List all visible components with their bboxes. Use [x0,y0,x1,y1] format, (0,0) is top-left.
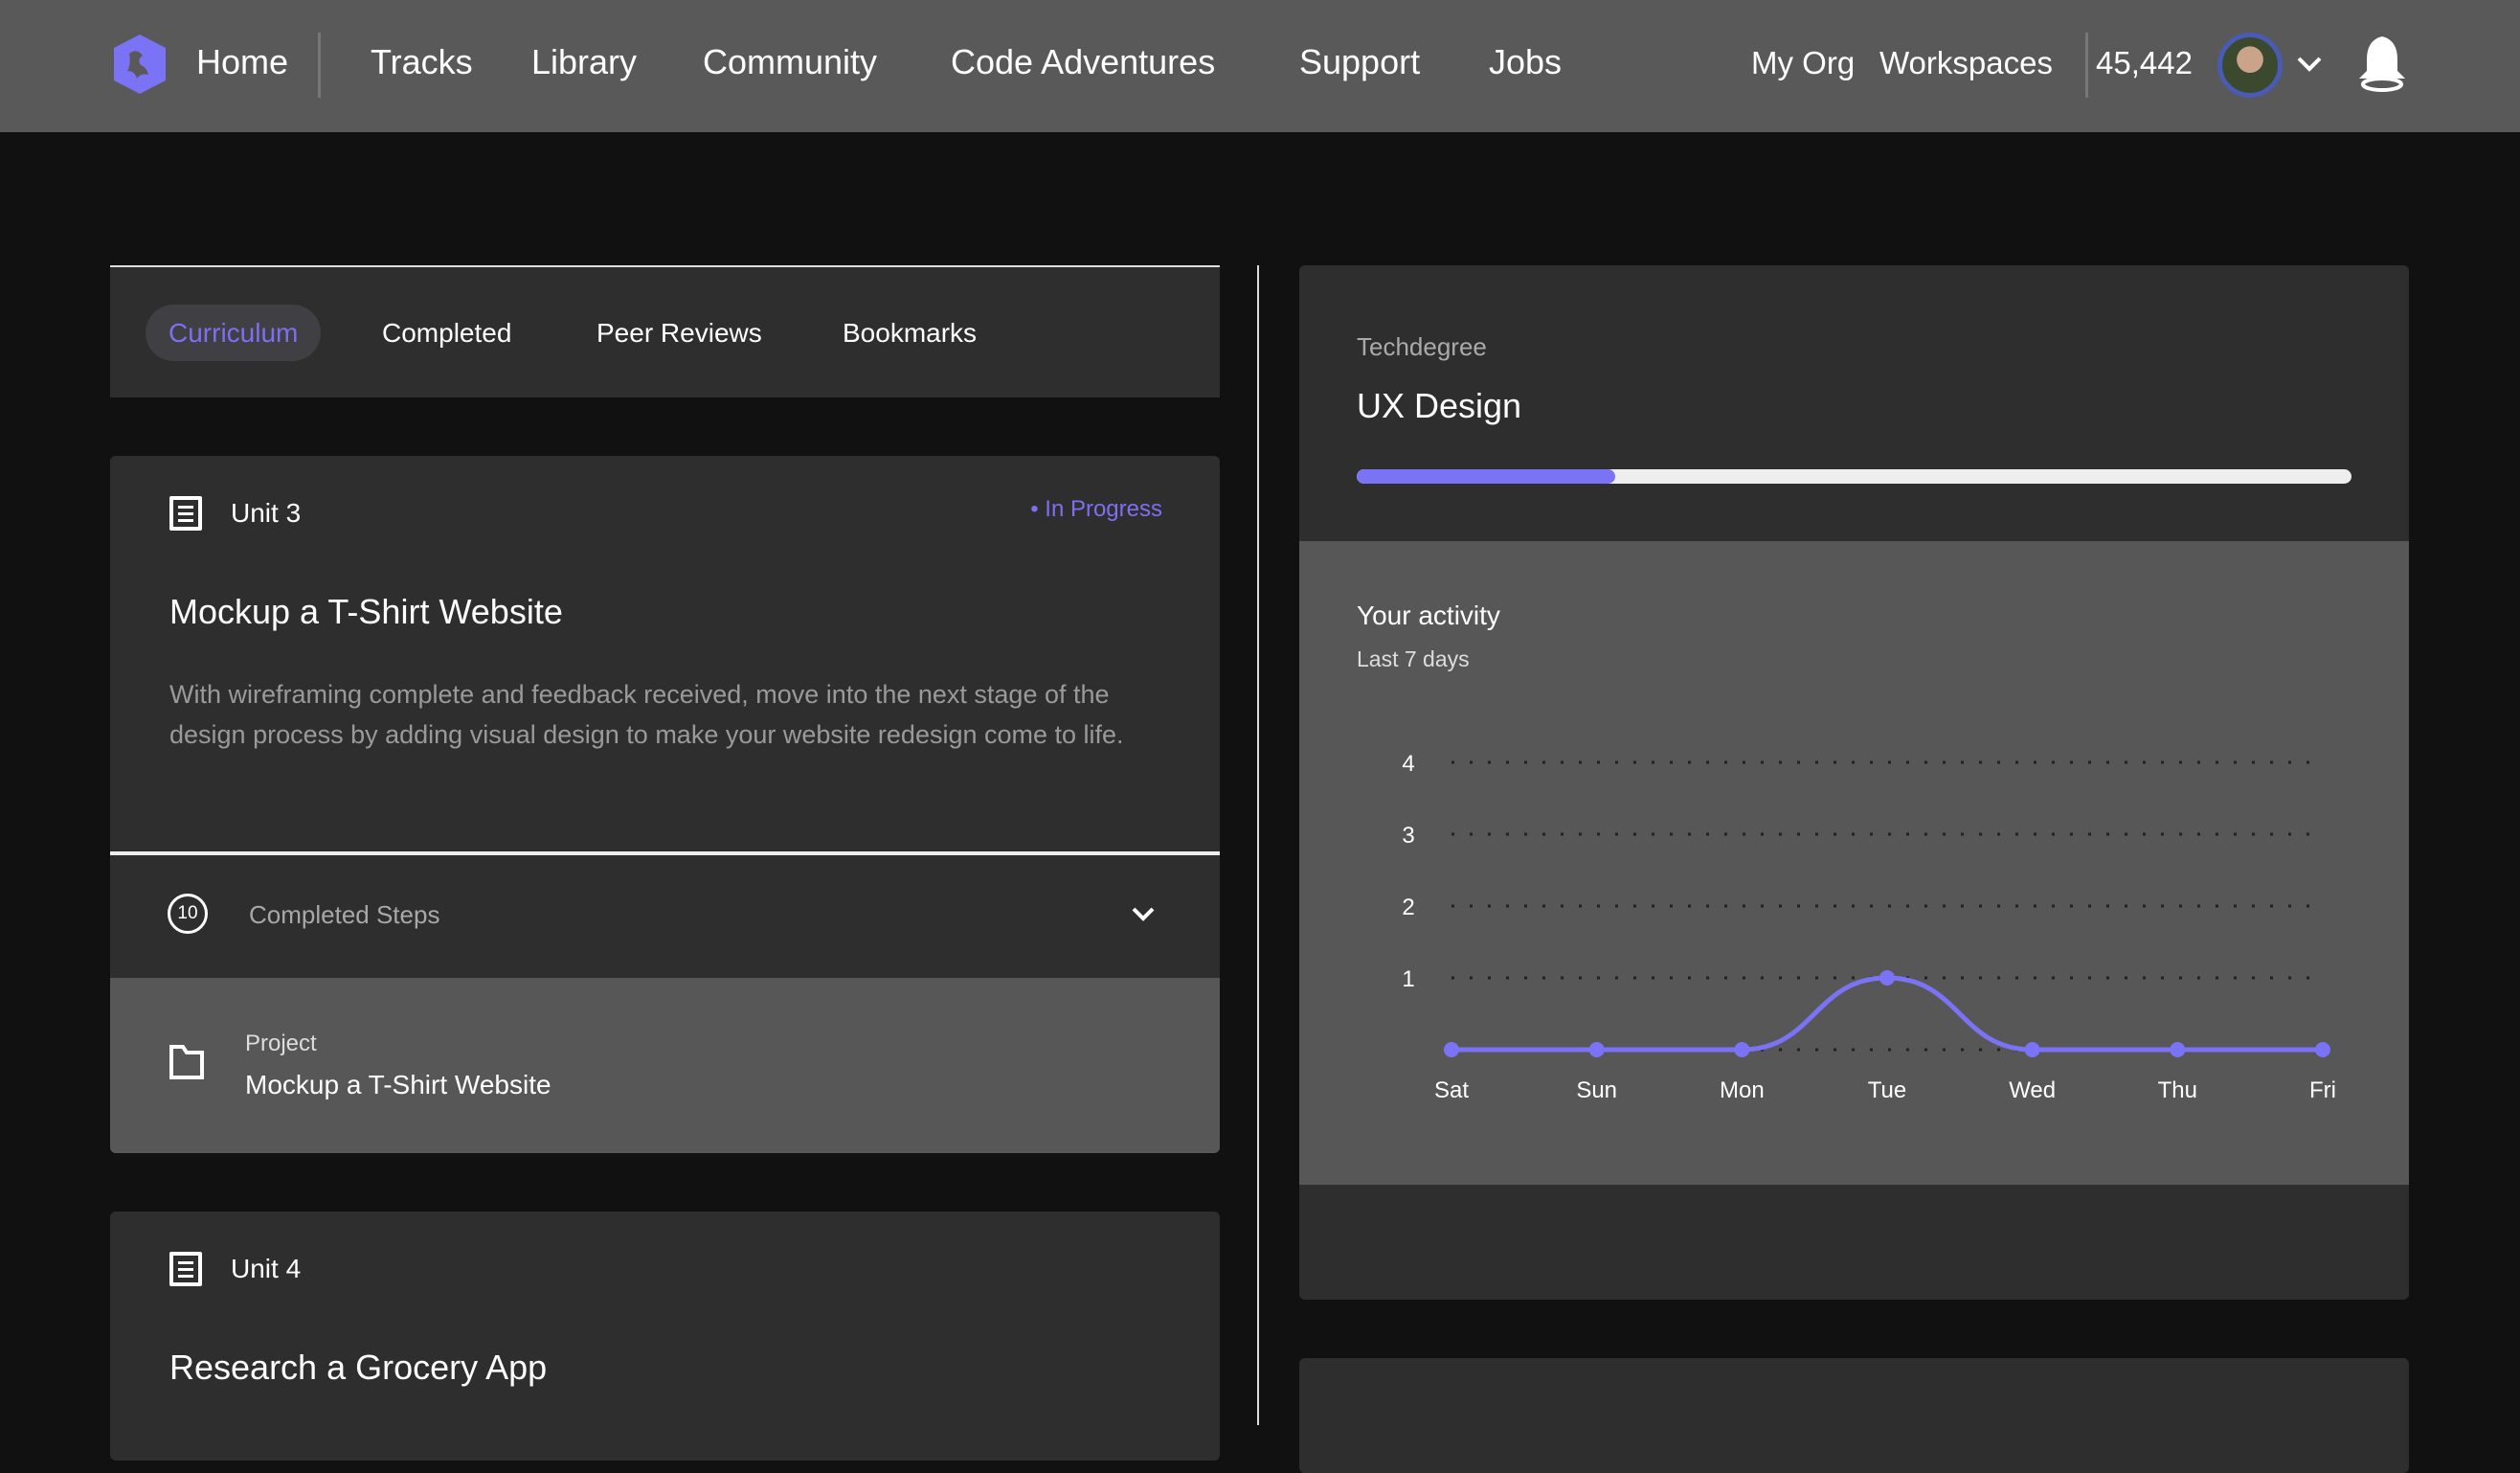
nav-community[interactable]: Community [703,42,877,82]
column-divider [1257,265,1259,1425]
tab-completed[interactable]: Completed [359,305,534,361]
unit-label: Unit 3 [231,498,302,528]
points-count: 45,442 [2096,45,2193,80]
y-tick-label: 4 [1402,751,1414,777]
data-point[interactable] [2024,1042,2040,1057]
completed-steps-toggle[interactable]: 10 Completed Steps [110,855,1220,978]
data-point[interactable] [1734,1042,1750,1057]
x-tick-label: Fri [2309,1077,2336,1103]
status-badge: • In Progress [1030,496,1162,522]
x-tick-label: Mon [1720,1077,1765,1103]
nav-tracks[interactable]: Tracks [371,42,473,82]
chevron-down-icon [1132,907,1155,921]
project-title: Mockup a T-Shirt Website [245,1070,551,1099]
document-icon [169,496,202,531]
activity-line [1451,975,2323,1053]
nav-code-adventures[interactable]: Code Adventures [951,42,1215,82]
data-point[interactable] [1588,1042,1605,1057]
y-tick-label: 1 [1402,966,1414,992]
nav-library[interactable]: Library [531,42,637,82]
data-point[interactable] [1444,1042,1459,1057]
x-tick-label: Sat [1434,1077,1469,1103]
nav-home[interactable]: Home [196,42,288,82]
x-tick-label: Thu [2158,1077,2197,1103]
logo-icon[interactable] [110,33,169,96]
techdegree-card: Techdegree UX Design Your activity Last … [1299,265,2409,1300]
y-tick-label: 2 [1402,895,1414,920]
nav-support[interactable]: Support [1299,42,1420,82]
steps-label: Completed Steps [249,900,440,929]
unit-4-card: Unit 4 Research a Grocery App [110,1212,1220,1461]
unit-3-card: Unit 3 • In Progress Mockup a T-Shirt We… [110,456,1220,1153]
unit-title[interactable]: Mockup a T-Shirt Website [169,592,563,632]
unit-description: With wireframing complete and feedback r… [169,680,1124,749]
activity-chart: 1 2 3 4 Sat Sun Mon Tue Wed Thu Fri [1402,751,2336,1103]
lower-card [1299,1358,2409,1473]
nav-divider [318,33,321,98]
bell-icon[interactable] [2357,34,2407,92]
tab-peer-reviews[interactable]: Peer Reviews [574,305,785,361]
nav-jobs[interactable]: Jobs [1489,42,1562,82]
x-tick-label: Tue [1868,1077,1906,1103]
nav-divider [2085,33,2088,98]
techdegree-title[interactable]: UX Design [1357,386,1521,426]
y-tick-label: 3 [1402,823,1414,849]
steps-count-badge: 10 [168,894,208,934]
project-type: Project [245,1031,317,1056]
progress-bar [1357,469,2351,484]
tab-bookmarks[interactable]: Bookmarks [820,305,1000,361]
unit-label: Unit 4 [231,1254,302,1283]
unit-title[interactable]: Research a Grocery App [169,1348,547,1388]
techdegree-label: Techdegree [1357,332,1487,361]
activity-panel: Your activity Last 7 days 1 2 3 4 Sat Sun Mon T… [1299,541,2409,1185]
nav-my-org[interactable]: My Org [1751,45,1855,81]
data-point[interactable] [2170,1042,2186,1057]
nav-workspaces[interactable]: Workspaces [1879,45,2053,81]
top-nav: Home Tracks Library Community Code Adven… [0,0,2520,132]
x-tick-label: Sun [1576,1077,1617,1103]
tab-curriculum[interactable]: Curriculum [146,305,322,361]
data-point[interactable] [1879,970,1895,986]
document-icon [169,1252,202,1286]
progress-fill [1357,469,1616,484]
chevron-down-icon[interactable] [2296,54,2323,75]
project-item[interactable]: Project Mockup a T-Shirt Website [110,978,1220,1153]
avatar[interactable] [2217,33,2283,98]
data-point[interactable] [2315,1042,2330,1057]
folder-icon [169,1045,204,1079]
x-tick-label: Wed [2009,1077,2056,1103]
